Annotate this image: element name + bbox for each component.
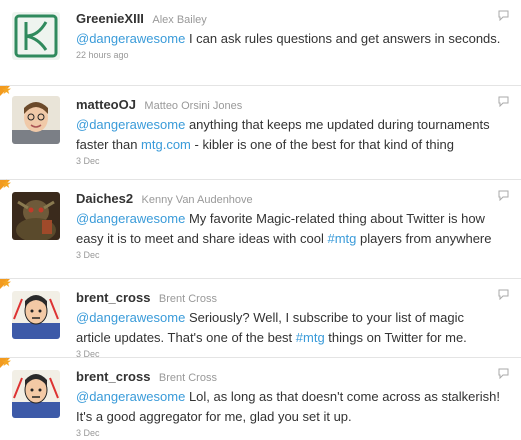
avatar[interactable] — [12, 12, 60, 60]
tweet-item: ★ brent_cross Brent Cross @dangerawesome… — [0, 355, 521, 440]
tweet-content: brent_cross Brent Cross @dangerawesome L… — [76, 368, 501, 438]
star-icon: ★ — [1, 83, 12, 97]
full-name: Alex Bailey — [152, 14, 207, 26]
tweet-content: GreenieXIII Alex Bailey @dangerawesome I… — [76, 10, 501, 60]
mention-link[interactable]: @dangerawesome — [76, 211, 185, 226]
screen-name[interactable]: matteoOJ — [76, 97, 136, 112]
full-name: Matteo Orsini Jones — [144, 100, 243, 112]
avatar[interactable] — [12, 96, 60, 144]
tweet-item: GreenieXIII Alex Bailey @dangerawesome I… — [0, 0, 521, 86]
tweet-content: Daiches2 Kenny Van Audenhove @dangerawes… — [76, 190, 501, 260]
tweet-text-part: things on Twitter for me. — [324, 330, 467, 345]
hashtag-link[interactable]: #mtg — [296, 330, 325, 345]
full-name: Brent Cross — [158, 293, 217, 305]
avatar[interactable] — [12, 291, 60, 339]
tweet-item: ★ Daiches2 Kenny Van Audenhove @dangeraw… — [0, 177, 521, 279]
tweet-text: @dangerawesome anything that keeps me up… — [76, 115, 501, 155]
timestamp[interactable]: 3 Dec — [76, 156, 501, 166]
hashtag-link[interactable]: #mtg — [327, 231, 356, 246]
mention-link[interactable]: @dangerawesome — [76, 117, 185, 132]
avatar[interactable] — [12, 370, 60, 418]
reply-icon[interactable] — [498, 10, 509, 21]
reply-icon[interactable] — [498, 96, 509, 107]
tweet-text-part: I can ask rules questions and get answer… — [185, 31, 501, 46]
star-icon: ★ — [1, 276, 12, 290]
timestamp[interactable]: 3 Dec — [76, 428, 501, 438]
tweet-text: @dangerawesome I can ask rules questions… — [76, 29, 501, 49]
star-icon: ★ — [1, 177, 12, 191]
mention-link[interactable]: @dangerawesome — [76, 389, 185, 404]
mention-link[interactable]: @dangerawesome — [76, 310, 185, 325]
full-name: Kenny Van Audenhove — [141, 194, 253, 206]
screen-name[interactable]: Daiches2 — [76, 191, 133, 206]
tweet-text: @dangerawesome My favorite Magic-related… — [76, 209, 501, 249]
url-link[interactable]: mtg.com — [141, 137, 191, 152]
tweet-item: ★ brent_cross Brent Cross @dangerawesome… — [0, 276, 521, 359]
tweet-text-part: - kibler is one of the best for that kin… — [190, 137, 454, 152]
tweet-content: matteoOJ Matteo Orsini Jones @dangerawes… — [76, 96, 501, 166]
timestamp[interactable]: 22 hours ago — [76, 50, 501, 60]
tweet-content: brent_cross Brent Cross @dangerawesome S… — [76, 289, 501, 359]
screen-name[interactable]: brent_cross — [76, 290, 150, 305]
screen-name[interactable]: brent_cross — [76, 369, 150, 384]
reply-icon[interactable] — [498, 289, 509, 300]
tweet-item: ★ matteoOJ Matteo Orsini Jones @dangeraw… — [0, 83, 521, 180]
star-icon: ★ — [1, 355, 12, 369]
reply-icon[interactable] — [498, 190, 509, 201]
reply-icon[interactable] — [498, 368, 509, 379]
tweet-timeline: GreenieXIII Alex Bailey @dangerawesome I… — [0, 0, 521, 440]
screen-name[interactable]: GreenieXIII — [76, 11, 144, 26]
tweet-text: @dangerawesome Lol, as long as that does… — [76, 387, 501, 427]
timestamp[interactable]: 3 Dec — [76, 250, 501, 260]
mention-link[interactable]: @dangerawesome — [76, 31, 185, 46]
avatar[interactable] — [12, 192, 60, 240]
full-name: Brent Cross — [158, 372, 217, 384]
tweet-text-part: players from anywhere — [356, 231, 492, 246]
tweet-text: @dangerawesome Seriously? Well, I subscr… — [76, 308, 501, 348]
